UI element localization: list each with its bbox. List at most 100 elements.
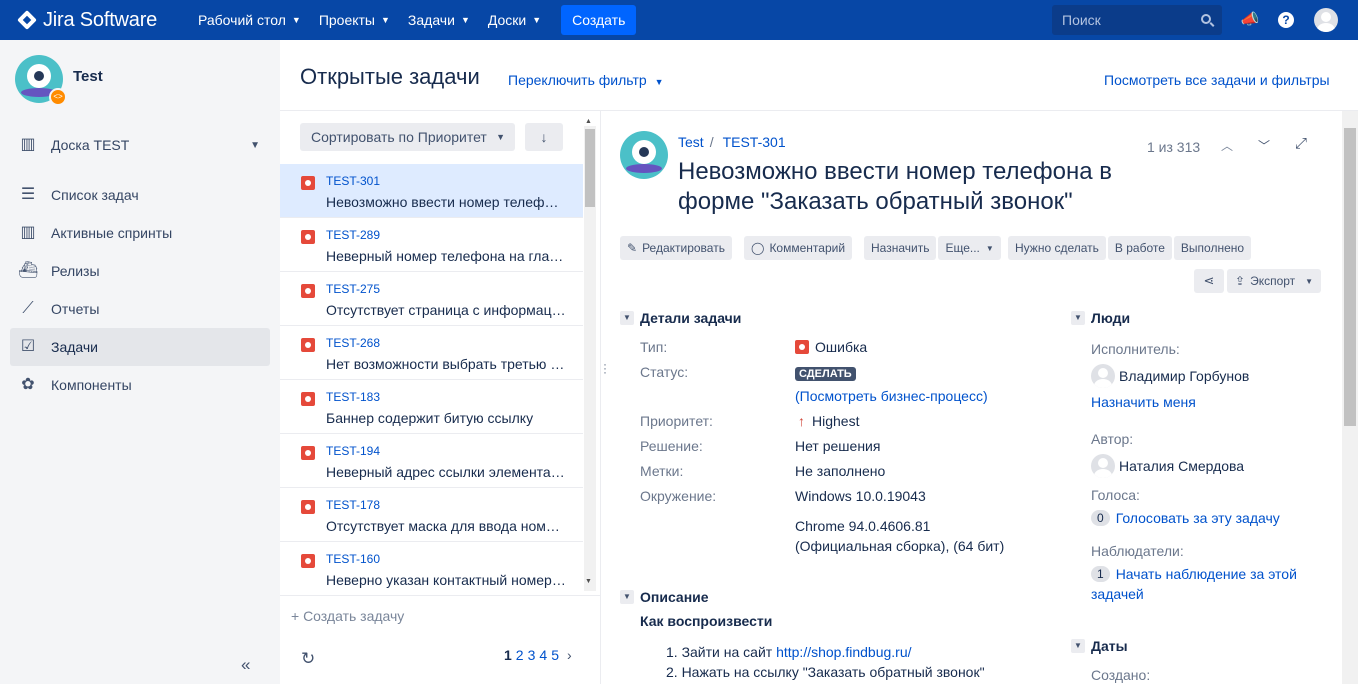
sort-button[interactable]: Сортировать по Приоритет ▼ — [300, 123, 515, 151]
jira-logo[interactable]: Jira Software — [17, 9, 180, 32]
view-all-issues-link[interactable]: Посмотреть все задачи и фильтры — [1104, 72, 1330, 88]
nav-projects[interactable]: Проекты ▼ — [319, 12, 390, 28]
breadcrumb-project[interactable]: Test — [678, 134, 704, 150]
scroll-up-icon[interactable]: ▲ — [585, 118, 592, 125]
share-icon: ⋖ — [1203, 273, 1215, 288]
sidebar-item-issues[interactable]: ☑ Задачи — [10, 328, 270, 366]
bug-icon — [301, 446, 315, 460]
chevron-down-icon: ▼ — [381, 15, 390, 25]
chevron-down-icon: ▼ — [620, 590, 634, 604]
chevron-down-icon: ▼ — [985, 243, 994, 253]
list-item[interactable]: TEST-194 Неверный адрес ссылки элемента … — [280, 434, 583, 488]
list-item[interactable]: TEST-275 Отсутствует страница с информац… — [280, 272, 583, 326]
next-issue-icon[interactable]: ﹀ — [1258, 137, 1270, 154]
components-icon: ✿ — [21, 376, 35, 393]
switch-filter-link[interactable]: Переключить фильтр ▼ — [508, 72, 664, 88]
notifications-icon[interactable]: 📣 — [1240, 10, 1260, 30]
todo-button[interactable]: Нужно сделать — [1008, 236, 1106, 260]
breadcrumb-issue-key[interactable]: TEST-301 — [723, 134, 786, 150]
in-progress-button[interactable]: В работе — [1107, 236, 1172, 260]
sidebar-item-components[interactable]: ✿ Компоненты — [10, 366, 270, 404]
user-avatar[interactable] — [1314, 8, 1338, 32]
sidebar-item-backlog[interactable]: ☰ Список задач — [10, 176, 270, 214]
jira-logo-icon — [17, 10, 37, 30]
done-button[interactable]: Выполнено — [1173, 236, 1252, 260]
collapse-sidebar-icon[interactable]: « — [241, 655, 250, 675]
create-button[interactable]: Создать — [561, 5, 637, 35]
scroll-down-icon[interactable]: ▼ — [585, 578, 592, 585]
create-issue-link[interactable]: + Создать задачу — [291, 608, 404, 624]
nav-dashboard[interactable]: Рабочий стол ▼ — [198, 12, 301, 28]
sidebar-item-active-sprints[interactable]: ▥ Активные спринты — [10, 214, 270, 252]
page-2[interactable]: 2 — [516, 647, 524, 663]
list-item[interactable]: TEST-160 Неверно указан контактный номер… — [280, 542, 583, 594]
reporter[interactable]: Наталия Смердова — [1091, 454, 1244, 478]
issue-key: TEST-160 — [326, 552, 381, 566]
list-item[interactable]: TEST-178 Отсутствует маска для ввода ном… — [280, 488, 583, 542]
page-1[interactable]: 1 — [504, 647, 512, 663]
description-section-toggle[interactable]: ▼ Описание — [620, 589, 709, 605]
assignee[interactable]: Владимир Горбунов — [1091, 364, 1249, 388]
export-button[interactable]: ⇪ Экспорт ▼ — [1227, 269, 1321, 293]
view-workflow-link[interactable]: (Посмотреть бизнес-процесс) — [795, 388, 988, 404]
dates-section-toggle[interactable]: ▼ Даты — [1071, 638, 1128, 654]
assign-to-me-link[interactable]: Назначить меня — [1091, 392, 1196, 412]
vote-link[interactable]: 0 Голосовать за эту задачу — [1091, 508, 1280, 528]
issue-key: TEST-289 — [326, 228, 381, 242]
previous-issue-icon[interactable]: ︿ — [1221, 137, 1233, 154]
sidebar-item-releases[interactable]: ⛴ Релизы — [10, 252, 270, 290]
chevron-down-icon: ▼ — [1305, 276, 1313, 286]
search-input[interactable]: Поиск — [1052, 5, 1222, 35]
edit-button[interactable]: ✎ Редактировать — [620, 236, 732, 260]
details-section-toggle[interactable]: ▼ Детали задачи — [620, 310, 741, 326]
assign-button[interactable]: Назначить — [864, 236, 937, 260]
detail-scrollbar-thumb[interactable] — [1344, 128, 1356, 426]
list-scrollbar-thumb[interactable] — [585, 129, 595, 207]
bug-icon — [301, 554, 315, 568]
software-project-icon: <> — [49, 88, 67, 106]
bug-icon — [301, 284, 315, 298]
nav-boards[interactable]: Доски ▼ — [488, 12, 541, 28]
type-value-text: Ошибка — [815, 339, 868, 355]
search-placeholder: Поиск — [1062, 12, 1101, 28]
resize-handle-icon[interactable]: · · · — [603, 358, 607, 378]
issues-icon: ☑ — [20, 338, 36, 355]
reporter-name: Наталия Смердова — [1119, 458, 1245, 474]
environment-value-build: (Официальная сборка), (64 бит) — [795, 538, 1005, 554]
export-label: Экспорт — [1250, 274, 1296, 288]
sidebar-item-label: Список задач — [51, 187, 139, 203]
sidebar-item-reports[interactable]: ⟋ Отчеты — [10, 290, 270, 328]
chevron-down-icon: ▼ — [460, 15, 470, 25]
sidebar-item-board[interactable]: ▥ Доска TEST ▼ — [10, 126, 270, 164]
page-4[interactable]: 4 — [539, 647, 547, 663]
watch-link[interactable]: 1 Начать наблюдение за этой задачей — [1091, 564, 1297, 604]
chevron-down-icon: ▼ — [250, 139, 260, 151]
list-item[interactable]: TEST-289 Неверный номер телефона на глав… — [280, 218, 583, 272]
more-button[interactable]: Еще... ▼ — [938, 236, 1001, 260]
breadcrumb: Test / TEST-301 — [678, 134, 786, 150]
list-item[interactable]: TEST-268 Нет возможности выбрать третью … — [280, 326, 583, 380]
issue-key: TEST-275 — [326, 282, 381, 296]
people-section-toggle[interactable]: ▼ Люди — [1071, 310, 1130, 326]
priority-value: ↑ Highest — [795, 413, 859, 429]
refresh-icon[interactable]: ↻ — [301, 649, 315, 669]
page-5[interactable]: 5 — [551, 647, 559, 663]
watch-link-text-2: задачей — [1091, 586, 1144, 602]
comment-button[interactable]: ◯ Комментарий — [744, 236, 853, 260]
help-icon[interactable]: ? — [1278, 12, 1294, 28]
list-item[interactable]: TEST-183 Баннер содержит битую ссылку — [280, 380, 583, 434]
project-header[interactable]: <> Test — [15, 55, 103, 106]
page-3[interactable]: 3 — [528, 647, 536, 663]
issue-summary: Баннер содержит битую ссылку — [326, 410, 534, 426]
expand-icon[interactable]: ⤢ — [1295, 135, 1307, 152]
chevron-right-icon[interactable]: › — [567, 647, 572, 663]
share-button[interactable]: ⋖ — [1194, 269, 1224, 293]
issue-key: TEST-194 — [326, 444, 381, 458]
nav-issues[interactable]: Задачи ▼ — [408, 12, 470, 28]
board-icon: ▥ — [20, 136, 36, 153]
labels-label: Метки: — [640, 463, 684, 479]
sort-direction-button[interactable]: ↓ — [525, 123, 563, 151]
list-item[interactable]: TEST-301 Невозможно ввести номер телефон… — [280, 164, 583, 218]
site-link[interactable]: http://shop.findbug.ru/ — [776, 644, 911, 660]
chevron-down-icon: ▼ — [496, 132, 505, 142]
